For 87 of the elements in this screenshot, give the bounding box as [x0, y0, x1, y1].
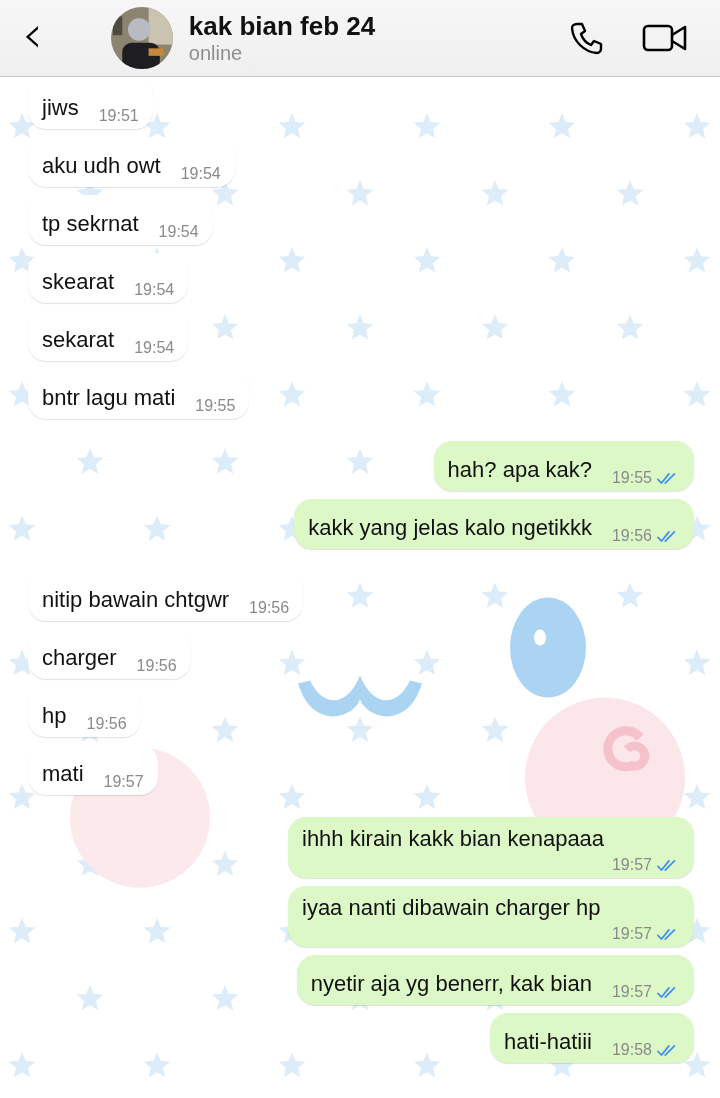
message-time: 19:58 [611, 1041, 652, 1059]
star-icon [211, 850, 239, 877]
star-icon [683, 247, 711, 273]
message-text: hati-hatiii [503, 1029, 592, 1055]
star-icon [413, 1051, 441, 1078]
star-icon [683, 783, 711, 809]
star-icon [8, 783, 36, 809]
star-icon [481, 180, 509, 206]
star-icon [278, 381, 306, 407]
message-time: 19:51 [98, 107, 139, 125]
star-icon [548, 381, 576, 407]
star-icon [211, 984, 239, 1011]
star-icon [616, 180, 644, 206]
message-time: 19:54 [180, 165, 221, 183]
star-icon [8, 917, 36, 944]
star-icon [481, 716, 509, 742]
star-icon [278, 247, 306, 273]
message-text: charger [42, 645, 117, 671]
contact-name: kak bian feb 24 [188, 11, 377, 42]
message-time: 19:56 [136, 657, 177, 675]
message-text: jiws [42, 95, 79, 121]
star-icon [346, 582, 374, 608]
back-button[interactable]: ‹ [14, 8, 51, 68]
star-icon [683, 381, 711, 407]
message-text: nyetir aja yg benerr, kak bian [310, 971, 592, 997]
star-icon [413, 649, 441, 675]
star-icon [548, 247, 576, 273]
star-icon [143, 1051, 171, 1078]
contact-status: online [188, 42, 244, 65]
star-icon [211, 448, 239, 474]
star-icon [8, 515, 36, 541]
message-text: hah? apa kak? [447, 457, 592, 483]
message-time: 19:55 [195, 397, 236, 415]
message-text: iyaa nanti dibawain charger hp [302, 895, 601, 921]
star-icon [548, 113, 576, 139]
star-icon [211, 314, 239, 340]
star-icon [76, 448, 104, 474]
star-icon [413, 113, 441, 139]
star-icon [278, 1051, 306, 1078]
star-icon [683, 113, 711, 139]
message-text: nitip bawain chtgwr [42, 587, 230, 613]
star-icon [76, 984, 104, 1011]
message-time: 19:57 [611, 856, 652, 874]
star-icon [8, 1051, 36, 1078]
message-time: 19:57 [103, 773, 144, 791]
star-icon [346, 180, 374, 206]
star-icon [278, 113, 306, 139]
star-icon [683, 649, 711, 675]
message-time: 19:55 [611, 469, 652, 487]
star-icon [143, 917, 171, 944]
spiral-drawing [603, 726, 650, 772]
message-text: hp [42, 703, 67, 729]
message-time: 19:54 [134, 281, 175, 299]
message-time: 19:57 [611, 983, 652, 1001]
star-icon [346, 314, 374, 340]
message-text: mati [42, 761, 84, 787]
message-time: 19:56 [249, 599, 290, 617]
star-icon [616, 314, 644, 340]
message-time: 19:54 [134, 339, 175, 357]
message-time: 19:57 [611, 925, 652, 943]
message-text: sekarat [42, 327, 115, 353]
star-icon [413, 783, 441, 809]
star-icon [616, 582, 644, 608]
star-icon [481, 582, 509, 608]
message-text: skearat [42, 269, 115, 295]
star-icon [346, 716, 374, 742]
video-camera-icon[interactable] [642, 23, 688, 53]
star-icon [346, 448, 374, 474]
message-text: tp sekrnat [42, 211, 139, 237]
star-icon [8, 113, 36, 139]
message-time: 19:54 [158, 223, 199, 241]
star-icon [211, 716, 239, 742]
star-icon [413, 381, 441, 407]
star-icon [481, 314, 509, 340]
star-icon [278, 649, 306, 675]
star-icon [8, 247, 36, 273]
message-text: bntr lagu mati [42, 385, 176, 411]
message-time: 19:56 [86, 715, 127, 733]
star-icon [143, 515, 171, 541]
message-text: aku udh owt [42, 153, 161, 179]
star-icon [413, 247, 441, 273]
phone-icon[interactable] [568, 20, 604, 56]
star-icon [278, 783, 306, 809]
message-time: 19:56 [611, 527, 652, 545]
message-text: kakk yang jelas kalo ngetikkk [308, 515, 592, 541]
message-text: ihhh kirain kakk bian kenapaaa [302, 826, 605, 852]
star-icon [683, 1051, 711, 1078]
